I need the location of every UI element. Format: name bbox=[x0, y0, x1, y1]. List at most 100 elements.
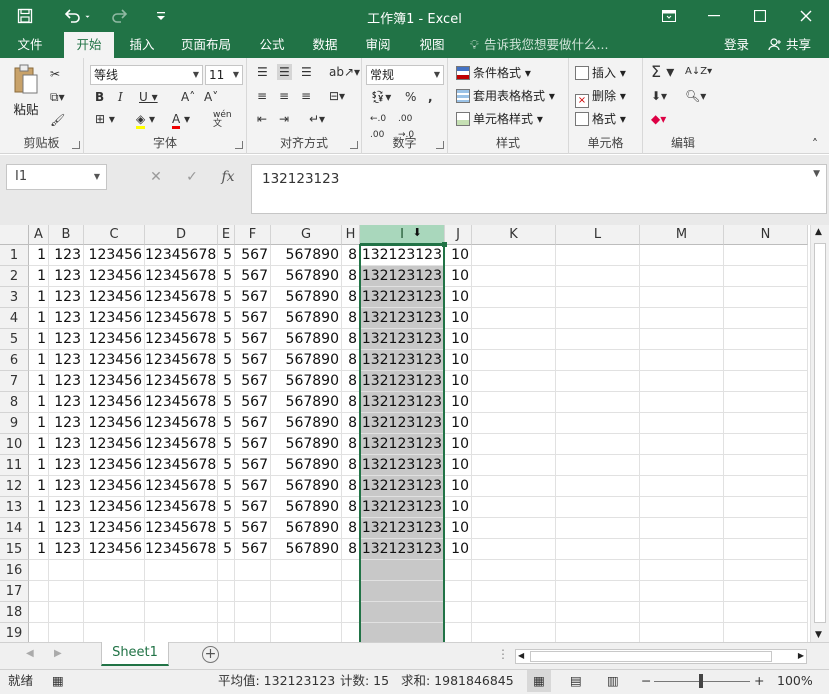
cell-c12[interactable]: 123456 bbox=[84, 476, 145, 497]
cell-e16[interactable] bbox=[218, 560, 235, 581]
column-header-g[interactable]: G bbox=[271, 225, 342, 245]
cancel-icon[interactable]: ✕ bbox=[138, 169, 174, 185]
column-header-k[interactable]: K bbox=[472, 225, 556, 245]
cell-c19[interactable] bbox=[84, 623, 145, 642]
cell-d19[interactable] bbox=[145, 623, 218, 642]
cell-c18[interactable] bbox=[84, 602, 145, 623]
cell-a19[interactable] bbox=[29, 623, 49, 642]
fill-handle[interactable] bbox=[442, 242, 447, 247]
cell-k5[interactable] bbox=[472, 329, 556, 350]
cell-h4[interactable]: 8 bbox=[342, 308, 360, 329]
cell-f6[interactable]: 567 bbox=[235, 350, 271, 371]
cell-c8[interactable]: 123456 bbox=[84, 392, 145, 413]
cell-g11[interactable]: 567890 bbox=[271, 455, 342, 476]
cell-g2[interactable]: 567890 bbox=[271, 266, 342, 287]
number-launcher-icon[interactable] bbox=[436, 141, 444, 149]
row-header-13[interactable]: 13 bbox=[0, 497, 29, 518]
cell-n14[interactable] bbox=[724, 518, 808, 539]
percent-icon[interactable]: % bbox=[405, 89, 416, 105]
row-header-18[interactable]: 18 bbox=[0, 602, 29, 623]
horizontal-scroll-thumb[interactable] bbox=[530, 651, 772, 662]
cell-d5[interactable]: 123456789 bbox=[145, 329, 218, 350]
cell-d13[interactable]: 123456789 bbox=[145, 497, 218, 518]
cell-j8[interactable]: 10 bbox=[445, 392, 472, 413]
bold-icon[interactable]: B bbox=[95, 89, 104, 105]
cell-f14[interactable]: 567 bbox=[235, 518, 271, 539]
cell-d11[interactable]: 123456789 bbox=[145, 455, 218, 476]
cell-n11[interactable] bbox=[724, 455, 808, 476]
zoom-out-icon[interactable]: − bbox=[641, 670, 651, 692]
cell-h13[interactable]: 8 bbox=[342, 497, 360, 518]
conditional-formatting-button[interactable]: 条件格式 ▾ bbox=[456, 64, 531, 82]
cell-k17[interactable] bbox=[472, 581, 556, 602]
fill-color-icon[interactable]: ◈ ▾ bbox=[136, 111, 155, 129]
font-name-select[interactable]: 等线 ▼ bbox=[90, 65, 203, 85]
tell-me-box[interactable]: 💡︎ 告诉我您想要做什么... bbox=[470, 32, 608, 58]
row-header-5[interactable]: 5 bbox=[0, 329, 29, 350]
cell-l12[interactable] bbox=[556, 476, 640, 497]
cell-f4[interactable]: 567 bbox=[235, 308, 271, 329]
cell-m2[interactable] bbox=[640, 266, 724, 287]
cell-d18[interactable] bbox=[145, 602, 218, 623]
cell-a6[interactable]: 1 bbox=[29, 350, 49, 371]
formula-input[interactable]: 132123123 ▼ bbox=[251, 164, 827, 214]
cell-g14[interactable]: 567890 bbox=[271, 518, 342, 539]
cell-j4[interactable]: 10 bbox=[445, 308, 472, 329]
sheet-prev-icon[interactable]: ◀ bbox=[26, 648, 34, 659]
cell-m9[interactable] bbox=[640, 413, 724, 434]
cell-g13[interactable]: 567890 bbox=[271, 497, 342, 518]
cell-a2[interactable]: 1 bbox=[29, 266, 49, 287]
column-header-h[interactable]: H bbox=[342, 225, 360, 245]
cell-a17[interactable] bbox=[29, 581, 49, 602]
cell-j15[interactable]: 10 bbox=[445, 539, 472, 560]
cell-j14[interactable]: 10 bbox=[445, 518, 472, 539]
cell-e14[interactable]: 5 bbox=[218, 518, 235, 539]
cell-e13[interactable]: 5 bbox=[218, 497, 235, 518]
cell-m19[interactable] bbox=[640, 623, 724, 642]
cell-h6[interactable]: 8 bbox=[342, 350, 360, 371]
cell-c14[interactable]: 123456 bbox=[84, 518, 145, 539]
column-header-n[interactable]: N bbox=[724, 225, 808, 245]
cell-f9[interactable]: 567 bbox=[235, 413, 271, 434]
cell-f2[interactable]: 567 bbox=[235, 266, 271, 287]
format-painter-icon[interactable]: 🖌︎ bbox=[50, 112, 65, 128]
cell-i7[interactable]: 132123123 bbox=[360, 371, 445, 392]
cell-k15[interactable] bbox=[472, 539, 556, 560]
column-header-l[interactable]: L bbox=[556, 225, 640, 245]
cell-n12[interactable] bbox=[724, 476, 808, 497]
cell-f17[interactable] bbox=[235, 581, 271, 602]
column-header-i[interactable]: I bbox=[360, 225, 445, 245]
cell-d2[interactable]: 123456789 bbox=[145, 266, 218, 287]
copy-icon[interactable]: ⧉▾ bbox=[50, 89, 65, 105]
cell-n6[interactable] bbox=[724, 350, 808, 371]
cell-b14[interactable]: 123 bbox=[49, 518, 84, 539]
cell-g7[interactable]: 567890 bbox=[271, 371, 342, 392]
cell-c15[interactable]: 123456 bbox=[84, 539, 145, 560]
cell-l14[interactable] bbox=[556, 518, 640, 539]
cell-l1[interactable] bbox=[556, 245, 640, 266]
cell-g12[interactable]: 567890 bbox=[271, 476, 342, 497]
cell-n15[interactable] bbox=[724, 539, 808, 560]
row-header-7[interactable]: 7 bbox=[0, 371, 29, 392]
cell-n19[interactable] bbox=[724, 623, 808, 642]
cell-b18[interactable] bbox=[49, 602, 84, 623]
cell-h8[interactable]: 8 bbox=[342, 392, 360, 413]
collapse-ribbon-icon[interactable]: ˄ bbox=[812, 136, 818, 152]
borders-icon[interactable]: ⊞ ▾ bbox=[95, 111, 115, 127]
align-center-icon[interactable]: ≡ bbox=[279, 88, 289, 104]
align-bottom-icon[interactable]: ☰ bbox=[301, 64, 312, 80]
column-header-b[interactable]: B bbox=[49, 225, 84, 245]
wrap-text-icon[interactable]: ↵▾ bbox=[309, 111, 325, 127]
cell-g8[interactable]: 567890 bbox=[271, 392, 342, 413]
cell-a16[interactable] bbox=[29, 560, 49, 581]
cell-n16[interactable] bbox=[724, 560, 808, 581]
cell-c6[interactable]: 123456 bbox=[84, 350, 145, 371]
cell-a14[interactable]: 1 bbox=[29, 518, 49, 539]
cell-b5[interactable]: 123 bbox=[49, 329, 84, 350]
cell-g1[interactable]: 567890 bbox=[271, 245, 342, 266]
cell-d12[interactable]: 123456789 bbox=[145, 476, 218, 497]
find-select-icon[interactable]: 🔍︎▾ bbox=[685, 88, 706, 104]
cell-b16[interactable] bbox=[49, 560, 84, 581]
tab-file[interactable]: 文件 bbox=[6, 32, 54, 58]
cell-i1[interactable]: 132123123 bbox=[360, 245, 445, 266]
